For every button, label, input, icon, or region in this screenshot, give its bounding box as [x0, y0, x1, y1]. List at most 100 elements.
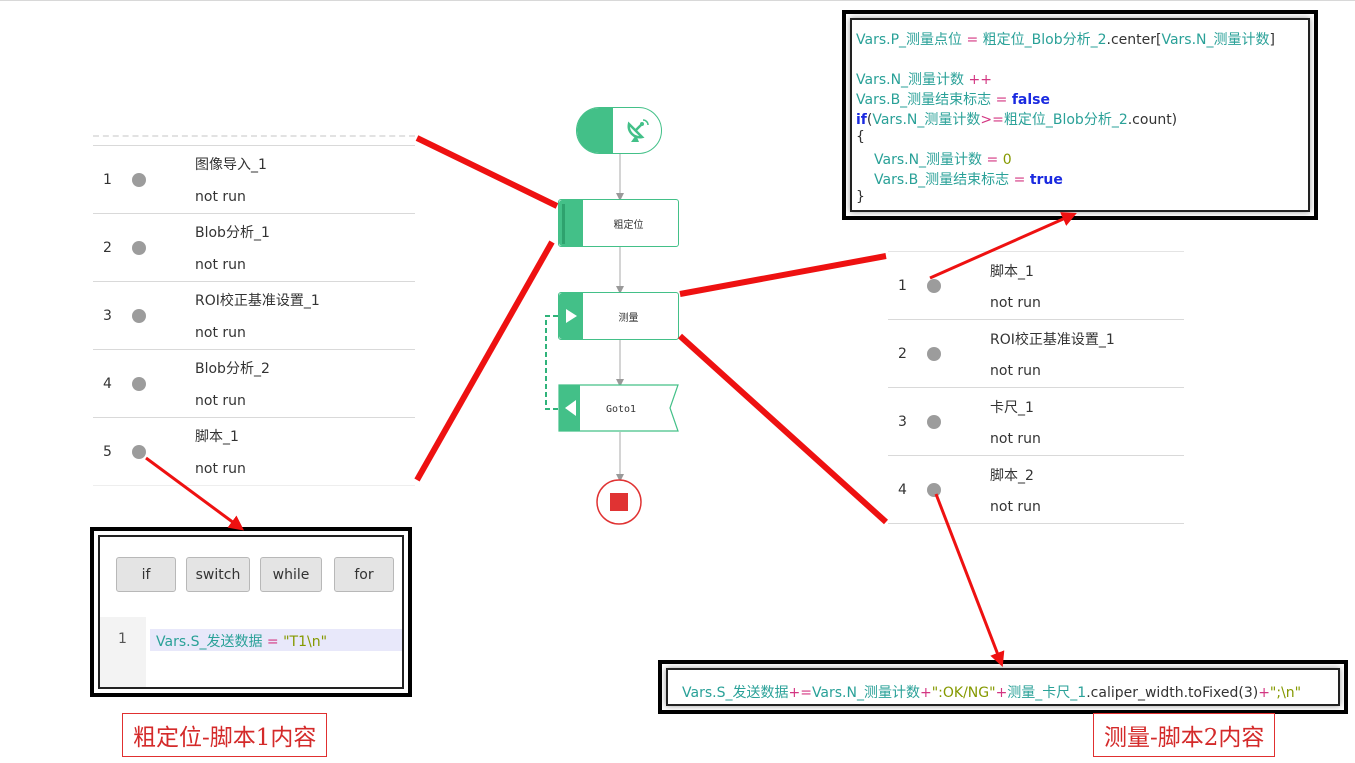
if-button[interactable]: if: [116, 557, 176, 592]
module-status: not run: [195, 325, 246, 341]
while-button[interactable]: while: [260, 557, 322, 592]
module-status: not run: [195, 257, 246, 273]
coarse-script1-code-box: if switch while for 1 Vars.S_发送数据 = "T1\…: [90, 527, 412, 697]
module-name: 脚本_1: [990, 264, 1034, 280]
list-item[interactable]: 4 脚本_2 not run: [888, 456, 1184, 524]
row-index: 2: [898, 346, 907, 362]
row-index: 3: [898, 414, 907, 430]
module-status: not run: [990, 499, 1041, 515]
code-token: +: [995, 685, 1008, 701]
start-node-accent: [577, 108, 613, 153]
code-token: Vars.S_发送数据: [156, 634, 263, 650]
goto-node[interactable]: Goto1: [558, 384, 681, 434]
list-item[interactable]: 3 ROI校正基准设置_1 not run: [93, 282, 415, 350]
module-status: not run: [990, 295, 1041, 311]
code-editor[interactable]: 1 Vars.S_发送数据 = "T1\n": [100, 617, 402, 687]
code-token: ]: [1269, 32, 1275, 48]
code-token: Vars.P_测量点位: [856, 32, 963, 48]
code-line: {: [856, 129, 865, 145]
module-name: ROI校正基准设置_1: [990, 332, 1115, 348]
callout-line: [677, 333, 889, 525]
node-label: 测量: [618, 312, 639, 324]
module-name: Blob分析_1: [195, 225, 270, 241]
callout-line: [414, 240, 555, 482]
code-line: Vars.P_测量点位 = 粗定位_Blob分析_2.center[Vars.N…: [856, 29, 1275, 49]
status-dot-icon: [927, 279, 941, 293]
script-editor-panel: if switch while for 1 Vars.S_发送数据 = "T1\…: [98, 535, 404, 689]
code-line: }: [856, 189, 865, 205]
code-token: ":OK/NG": [931, 685, 996, 701]
list-item[interactable]: 2 ROI校正基准设置_1 not run: [888, 320, 1184, 388]
node-accent-stripe: [562, 204, 565, 244]
loop-line: [545, 315, 558, 410]
code-line: Vars.B_测量结束标志 = false: [856, 89, 1050, 109]
module-name: 卡尺_1: [990, 400, 1034, 416]
code-token: true: [1029, 172, 1063, 188]
code-token: >=: [980, 112, 1004, 128]
status-dot-icon: [132, 309, 146, 323]
coarse-locate-node[interactable]: 粗定位: [558, 199, 679, 247]
list-item[interactable]: 3 卡尺_1 not run: [888, 388, 1184, 456]
measure-script1-code-box: Vars.P_测量点位 = 粗定位_Blob分析_2 .center[ Vars.N…: [842, 10, 1318, 220]
module-name: 图像导入_1: [195, 157, 267, 173]
status-dot-icon: [132, 173, 146, 187]
satellite-dish-icon: [613, 108, 661, 153]
code-token: .center[: [1106, 32, 1162, 48]
list-item[interactable]: 1 图像导入_1 not run: [93, 146, 415, 214]
status-dot-icon: [927, 483, 941, 497]
stop-icon: [610, 493, 628, 511]
for-button[interactable]: for: [334, 557, 394, 592]
code-token: 测量_卡尺_1: [1007, 685, 1087, 701]
code-token: 粗定位_Blob分析_2: [1003, 112, 1128, 128]
start-node[interactable]: [576, 107, 662, 154]
row-index: 2: [103, 240, 112, 256]
module-name: ROI校正基准设置_1: [195, 293, 320, 309]
list-top-dashes: [93, 135, 415, 137]
callout-line: [415, 135, 559, 209]
code-line: Vars.B_测量结束标志 = true: [874, 169, 1063, 189]
row-index: 1: [103, 172, 112, 188]
line-number: 1: [118, 631, 127, 647]
status-dot-icon: [927, 347, 941, 361]
node-label: 粗定位: [613, 219, 644, 231]
measure-node[interactable]: 测量: [558, 292, 679, 340]
switch-button[interactable]: switch: [186, 557, 250, 592]
loop-entry-arrow-icon: [566, 309, 577, 323]
code-token: +: [919, 685, 932, 701]
row-index: 4: [898, 482, 907, 498]
row-index: 3: [103, 308, 112, 324]
code-token: false: [1011, 92, 1050, 108]
code-token: =: [991, 92, 1012, 108]
module-status: not run: [195, 461, 246, 477]
code-token: Vars.N_测量计数: [856, 72, 965, 88]
status-dot-icon: [132, 377, 146, 391]
code-token: "T1\n": [283, 634, 328, 650]
module-status: not run: [195, 393, 246, 409]
code-token: Vars.B_测量结束标志: [856, 92, 992, 108]
list-item[interactable]: 2 Blob分析_1 not run: [93, 214, 415, 282]
code-line: if(Vars.N_测量计数>=粗定位_Blob分析_2.count): [856, 109, 1177, 129]
list-item[interactable]: 4 Blob分析_2 not run: [93, 350, 415, 418]
code-editor[interactable]: Vars.S_发送数据+=Vars.N_测量计数+":OK/NG"+测量_卡尺_…: [666, 668, 1340, 706]
module-name: 脚本_2: [990, 468, 1034, 484]
module-name: Blob分析_2: [195, 361, 270, 377]
code-token: ++: [964, 72, 992, 88]
measure-script2-code-box: Vars.S_发送数据+=Vars.N_测量计数+":OK/NG"+测量_卡尺_…: [658, 660, 1348, 714]
code-line: Vars.S_发送数据+=Vars.N_测量计数+":OK/NG"+测量_卡尺_…: [682, 682, 1301, 702]
module-status: not run: [990, 431, 1041, 447]
row-index: 1: [898, 278, 907, 294]
coarse-module-list: 1 图像导入_1 not run 2 Blob分析_1 not run 3 RO…: [93, 145, 415, 486]
list-item[interactable]: 1 脚本_1 not run: [888, 252, 1184, 320]
module-status: not run: [195, 189, 246, 205]
list-item[interactable]: 5 脚本_1 not run: [93, 418, 415, 486]
code-token: 0: [1002, 152, 1012, 168]
code-token: =: [1009, 172, 1030, 188]
line-gutter: 1: [100, 617, 146, 687]
status-dot-icon: [927, 415, 941, 429]
stop-node[interactable]: [595, 478, 643, 526]
coarse-script-caption: 粗定位-脚本1内容: [122, 713, 328, 757]
measure-module-list: 1 脚本_1 not run 2 ROI校正基准设置_1 not run 3 卡…: [888, 251, 1184, 524]
top-divider: [0, 0, 1355, 1]
code-editor[interactable]: Vars.P_测量点位 = 粗定位_Blob分析_2 .center[ Vars.N…: [850, 18, 1310, 212]
code-line: Vars.S_发送数据 = "T1\n": [156, 631, 327, 651]
